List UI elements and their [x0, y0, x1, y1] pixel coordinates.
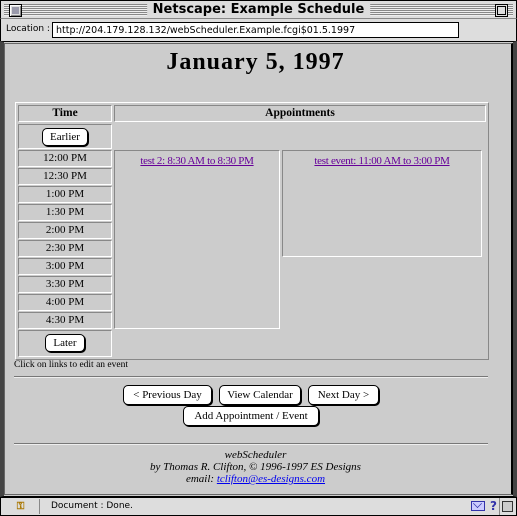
appointment-link[interactable]: test event: 11:00 AM to 3:00 PM: [314, 155, 449, 167]
page-frame: January 5, 1997 Time Appointments Earlie…: [4, 43, 513, 495]
footer-app-name: webScheduler: [224, 449, 287, 461]
status-divider: [499, 498, 500, 515]
footer-email-label: email:: [185, 473, 215, 485]
previous-day-button[interactable]: < Previous Day: [123, 385, 212, 405]
window-title: Netscape: Example Schedule: [146, 2, 371, 18]
time-slot: 1:00 PM: [18, 186, 112, 203]
time-slot: 1:30 PM: [18, 204, 112, 221]
status-text: Document : Done.: [51, 501, 133, 511]
add-appointment-button[interactable]: Add Appointment / Event: [183, 406, 319, 426]
time-slot: 2:30 PM: [18, 240, 112, 257]
page-title: January 5, 1997: [166, 49, 345, 75]
mail-icon[interactable]: [471, 501, 485, 511]
zoom-box-icon[interactable]: [495, 4, 508, 17]
time-header: Time: [18, 105, 112, 122]
earlier-cell: Earlier: [18, 124, 112, 149]
window-title-bar[interactable]: Netscape: Example Schedule: [0, 0, 517, 19]
later-cell: Later: [18, 330, 112, 357]
earlier-button[interactable]: Earlier: [42, 128, 88, 146]
edit-hint: Click on links to edit an event: [14, 360, 128, 370]
time-slot: 12:30 PM: [18, 168, 112, 185]
appointments-header: Appointments: [114, 105, 486, 122]
appointment-column: test event: 11:00 AM to 3:00 PM: [282, 150, 482, 257]
time-slot: 3:00 PM: [18, 258, 112, 275]
location-label: Location :: [6, 24, 50, 34]
time-slot: 4:30 PM: [18, 312, 112, 329]
appointment-link[interactable]: test 2: 8:30 AM to 8:30 PM: [140, 155, 254, 167]
window-icon[interactable]: [502, 501, 513, 512]
time-slot: 3:30 PM: [18, 276, 112, 293]
later-button[interactable]: Later: [45, 334, 85, 352]
status-bar: ⚿ Document : Done. ?: [0, 497, 517, 516]
time-slot: 4:00 PM: [18, 294, 112, 311]
help-icon[interactable]: ?: [490, 499, 497, 513]
appointment-column: test 2: 8:30 AM to 8:30 PM: [114, 150, 280, 329]
footer-credit: by Thomas R. Clifton, © 1996-1997 ES Des…: [150, 461, 361, 473]
time-slot: 2:00 PM: [18, 222, 112, 239]
close-box-icon[interactable]: [9, 4, 22, 17]
location-bar: Location :: [0, 19, 517, 41]
footer-email-line: email: tclifton@es-designs.com: [5, 473, 506, 485]
security-key-icon[interactable]: ⚿: [2, 499, 40, 514]
location-input[interactable]: [52, 22, 459, 38]
divider: [14, 376, 488, 378]
footer-email-link[interactable]: tclifton@es-designs.com: [217, 473, 325, 485]
next-day-button[interactable]: Next Day >: [308, 385, 379, 405]
schedule-table: Time Appointments Earlier 12:00 PM 12:30…: [15, 102, 489, 360]
time-slot: 12:00 PM: [18, 150, 112, 167]
divider: [14, 443, 488, 445]
view-calendar-button[interactable]: View Calendar: [219, 385, 301, 405]
